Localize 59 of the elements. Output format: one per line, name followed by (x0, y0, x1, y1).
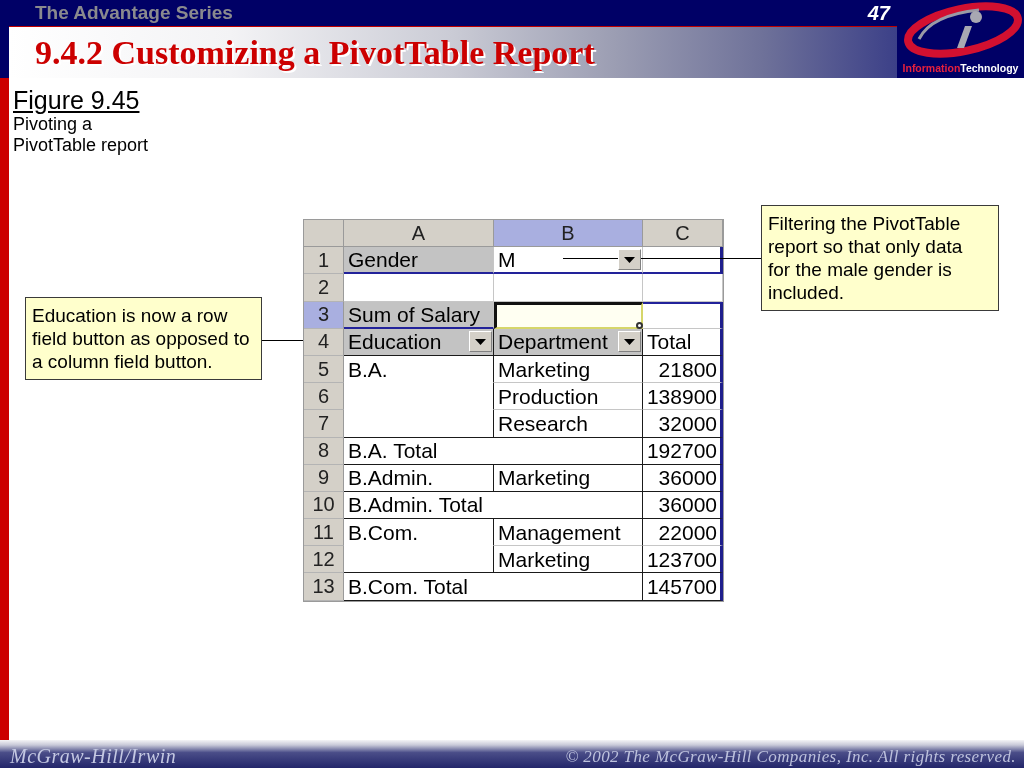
slide-title: 9.4.2 Customizing a PivotTable Report (35, 32, 595, 73)
column-header[interactable]: B (494, 220, 643, 248)
table-cell: Research (494, 410, 643, 438)
figure-label: Figure 9.45 (13, 86, 140, 114)
caret-down-icon (624, 338, 635, 345)
table-cell: B.Admin. (344, 464, 494, 492)
callout-box: Filtering the PivotTable report so that only data for the male gender is included. (761, 205, 999, 311)
row-header[interactable]: 2 (304, 274, 344, 302)
figure-caption: Pivoting a PivotTable report (13, 114, 150, 156)
caret-down-icon (624, 256, 635, 263)
column-header[interactable]: C (643, 220, 723, 248)
table-cell: 22000 (643, 519, 723, 547)
table-cell: Marketing (494, 464, 643, 492)
row-header[interactable]: 8 (304, 437, 344, 465)
table-cell: Total (643, 328, 723, 356)
table-cell: B.Com. Total (344, 573, 643, 601)
pivot-field-button[interactable]: Department (494, 328, 643, 356)
row-header[interactable]: 10 (304, 491, 344, 520)
row-header[interactable]: 7 (304, 410, 344, 438)
column-header[interactable]: A (344, 220, 494, 248)
table-cell: 36000 (643, 464, 723, 492)
callout-box: Education is now a row field button as opposed to a column field button. (25, 297, 262, 380)
copyright-notice: © 2002 The McGraw-Hill Companies, Inc. All rights reserved. (565, 747, 1016, 767)
table-cell: B.A. Total (344, 437, 643, 465)
row-header[interactable]: 12 (304, 546, 344, 574)
pivot-field-button[interactable]: Sum of Salary (344, 301, 494, 329)
logo-text: InformationTechnology (902, 62, 1019, 75)
table-cell: 192700 (643, 437, 723, 465)
row-header[interactable]: 9 (304, 464, 344, 492)
dropdown-button[interactable] (469, 331, 492, 353)
publisher-name: McGraw-Hill/Irwin (10, 746, 177, 767)
table-cell: Production (494, 383, 643, 411)
pivot-field-button[interactable]: Education (344, 328, 494, 356)
table-cell: 123700 (643, 546, 723, 574)
table-cell: Marketing (494, 546, 643, 574)
pivot-field-button[interactable]: Gender (344, 247, 494, 275)
row-header[interactable]: 3 (304, 301, 344, 329)
series-name: The Advantage Series (35, 2, 233, 24)
page-field-dropdown[interactable]: M (494, 247, 643, 275)
row-header[interactable]: 4 (304, 328, 344, 356)
row-header[interactable]: 1 (304, 247, 344, 275)
table-cell: 32000 (643, 410, 723, 438)
table-cell: 36000 (643, 491, 723, 520)
leader-line (262, 340, 303, 341)
dropdown-button[interactable] (618, 331, 641, 353)
table-cell: B.Admin. Total (344, 491, 643, 520)
row-header[interactable]: 6 (304, 383, 344, 411)
dropdown-button[interactable] (618, 249, 641, 271)
table-cell: Management (494, 519, 643, 547)
row-header[interactable]: 13 (304, 573, 344, 601)
table-cell: 21800 (643, 355, 723, 384)
table-cell: 138900 (643, 383, 723, 411)
row-header[interactable]: 11 (304, 519, 344, 547)
active-cell[interactable] (494, 301, 643, 329)
table-cell: Marketing (494, 355, 643, 384)
row-header[interactable]: 5 (304, 355, 344, 384)
table-cell: 145700 (643, 573, 723, 601)
page-number: 47 (867, 2, 890, 24)
caret-down-icon (475, 338, 486, 345)
